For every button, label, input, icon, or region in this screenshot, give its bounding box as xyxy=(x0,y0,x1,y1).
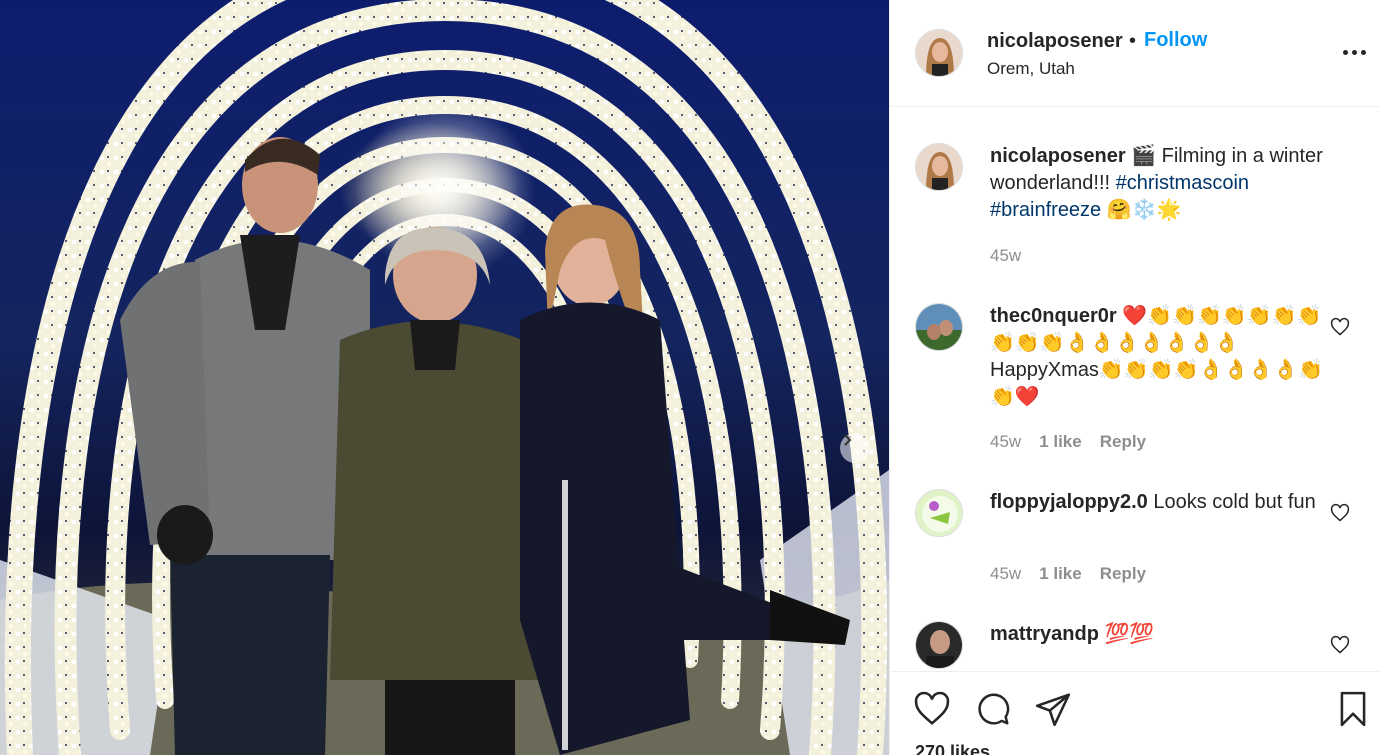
comment-body: 💯💯 xyxy=(1098,623,1155,645)
reply-button[interactable]: Reply xyxy=(1100,432,1146,452)
comment-icon[interactable] xyxy=(974,690,1012,728)
comment-meta: 45w 1 like Reply xyxy=(990,432,1146,452)
comment-time[interactable]: 45w xyxy=(990,432,1021,452)
post-actions: 270 likes xyxy=(890,671,1379,755)
comment-like-heart-icon[interactable] xyxy=(1330,317,1350,337)
comment-meta: 45w 1 like Reply xyxy=(990,564,1146,584)
next-photo-button[interactable] xyxy=(840,433,870,463)
post-header: nicolaposener • Follow Orem, Utah xyxy=(890,0,1379,107)
heart-icon[interactable] xyxy=(913,690,951,728)
comment-body: Looks cold but fun xyxy=(1147,491,1316,513)
post-photo[interactable] xyxy=(0,0,889,755)
bookmark-icon[interactable] xyxy=(1334,690,1372,728)
commenter-username[interactable]: floppyjaloppy2.0 xyxy=(990,491,1148,513)
comment-text: floppyjaloppy2.0 Looks cold but fun xyxy=(990,489,1330,516)
comments-list[interactable]: nicolaposener 🎬 Filming in a winter wond… xyxy=(890,108,1379,671)
comment-likes[interactable]: 1 like xyxy=(1039,564,1082,584)
caption-text: nicolaposener 🎬 Filming in a winter wond… xyxy=(990,143,1330,224)
caption-username[interactable]: nicolaposener xyxy=(990,145,1126,167)
author-username[interactable]: nicolaposener xyxy=(987,30,1123,53)
commenter-username[interactable]: thec0nquer0r xyxy=(990,305,1117,327)
post-location[interactable]: Orem, Utah xyxy=(987,59,1075,79)
comment-time[interactable]: 45w xyxy=(990,564,1021,584)
caption-meta: 45w xyxy=(990,246,1021,266)
paper-plane-icon[interactable] xyxy=(1034,690,1072,728)
photo-scene xyxy=(0,0,889,755)
more-options-icon[interactable] xyxy=(1339,40,1369,64)
follow-button[interactable]: Follow xyxy=(1144,29,1207,52)
comment-like-heart-icon[interactable] xyxy=(1330,503,1350,523)
comment-like-heart-icon[interactable] xyxy=(1330,635,1350,655)
commenter-avatar[interactable] xyxy=(915,621,963,669)
hashtag-brainfreeze[interactable]: #brainfreeze xyxy=(990,199,1101,221)
hashtag-christmascoin[interactable]: #christmascoin xyxy=(1116,172,1249,194)
likes-count[interactable]: 270 likes xyxy=(915,742,990,755)
commenter-avatar[interactable] xyxy=(915,489,963,537)
comment-text: mattryandp 💯💯 xyxy=(990,621,1330,648)
post-details-panel: nicolaposener • Follow Orem, Utah nicola… xyxy=(889,0,1379,755)
caption-emojis: 🤗❄️🌟 xyxy=(1101,199,1182,221)
commenter-avatar[interactable] xyxy=(915,303,963,351)
reply-button[interactable]: Reply xyxy=(1100,564,1146,584)
caption-author-avatar[interactable] xyxy=(915,143,963,191)
caption-time[interactable]: 45w xyxy=(990,246,1021,266)
comment-text: thec0nquer0r ❤️👏👏👏👏👏👏👏👏👏👏👌👌👌👌👌👌👌HappyXma… xyxy=(990,303,1330,411)
comment-likes[interactable]: 1 like xyxy=(1039,432,1082,452)
commenter-username[interactable]: mattryandp xyxy=(990,623,1099,645)
author-avatar[interactable] xyxy=(915,29,963,77)
separator-dot: • xyxy=(1129,30,1137,52)
